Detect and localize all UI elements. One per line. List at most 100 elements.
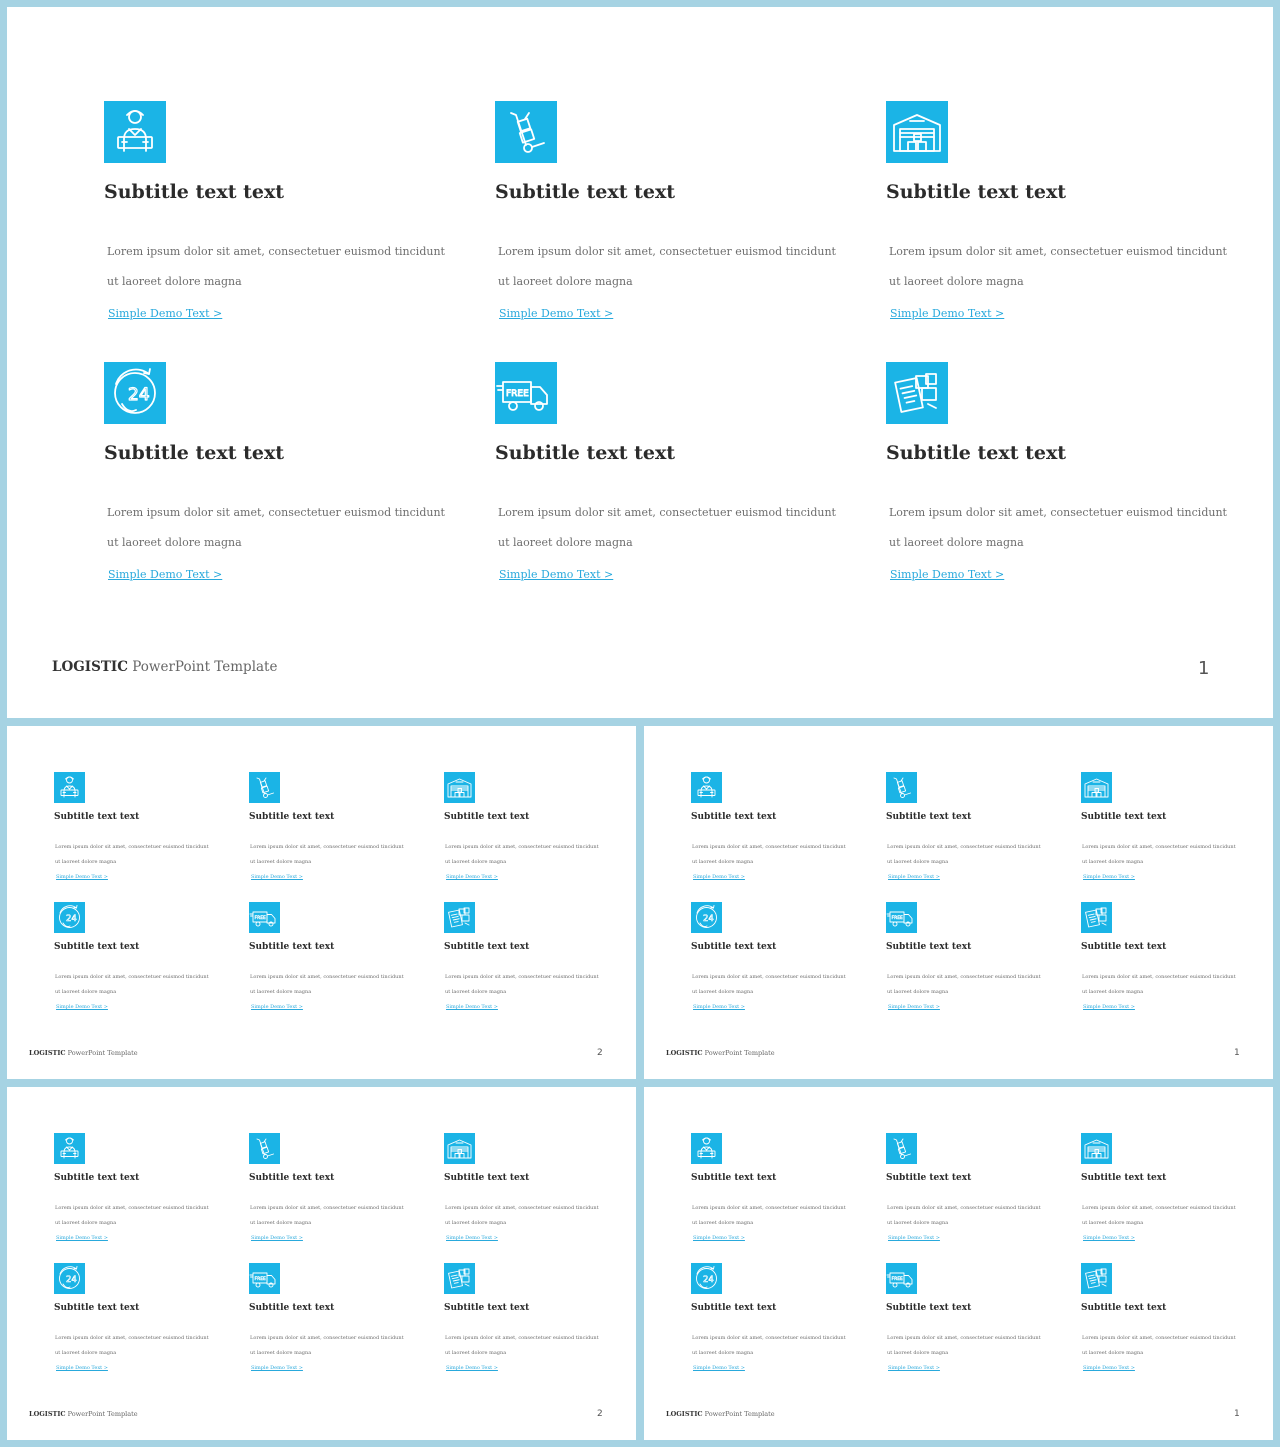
demo-link[interactable]: Simple Demo Text > — [251, 874, 303, 880]
card-body-line: ut laoreet dolore magna — [445, 1220, 507, 1226]
slide-2[interactable]: Subtitle text text Lorem ipsum dolor sit … — [7, 726, 636, 1079]
card-body-line: ut laoreet dolore magna — [887, 989, 949, 995]
card-body-line: Lorem ipsum dolor sit amet, consectetuer… — [445, 844, 599, 850]
slide-4[interactable]: Subtitle text text Lorem ipsum dolor sit … — [7, 1087, 636, 1440]
card-subtitle: Subtitle text text — [1081, 812, 1167, 822]
24-hour-service-icon: 24 — [104, 362, 166, 424]
card-body: Lorem ipsum dolor sit amet, consectetuer… — [692, 840, 846, 870]
free-delivery-truck-icon: FREE — [249, 1263, 280, 1294]
card-body-line: Lorem ipsum dolor sit amet, consectetuer… — [887, 974, 1041, 980]
card-subtitle: Subtitle text text — [886, 942, 972, 952]
card-subtitle: Subtitle text text — [886, 812, 972, 822]
demo-link[interactable]: Simple Demo Text > — [499, 568, 613, 581]
card-subtitle: Subtitle text text — [886, 181, 1067, 203]
hand-truck-icon — [886, 1133, 917, 1164]
card-body-line: ut laoreet dolore magna — [498, 536, 633, 549]
clipboard-boxes-icon — [886, 362, 948, 424]
demo-link[interactable]: Simple Demo Text > — [251, 1004, 303, 1010]
demo-link[interactable]: Simple Demo Text > — [56, 1004, 108, 1010]
card-body-line: ut laoreet dolore magna — [55, 859, 117, 865]
card-body-line: ut laoreet dolore magna — [55, 989, 117, 995]
demo-link[interactable]: Simple Demo Text > — [1083, 1365, 1135, 1371]
footer-brand: LOGISTIC — [52, 659, 128, 675]
demo-link[interactable]: Simple Demo Text > — [888, 1365, 940, 1371]
page-number: 1 — [1234, 1048, 1240, 1058]
card-subtitle: Subtitle text text — [249, 812, 335, 822]
card-body-line: ut laoreet dolore magna — [107, 536, 242, 549]
card-body-line: ut laoreet dolore magna — [1082, 1220, 1144, 1226]
demo-link[interactable]: Simple Demo Text > — [888, 874, 940, 880]
demo-link[interactable]: Simple Demo Text > — [108, 568, 222, 581]
card-body-line: ut laoreet dolore magna — [1082, 1350, 1144, 1356]
demo-link[interactable]: Simple Demo Text > — [446, 1235, 498, 1241]
feature-card: Subtitle text text Lorem ipsum dolor sit … — [444, 772, 609, 892]
card-body: Lorem ipsum dolor sit amet, consectetuer… — [889, 237, 1227, 297]
slide-5[interactable]: Subtitle text text Lorem ipsum dolor sit … — [644, 1087, 1273, 1440]
card-subtitle: Subtitle text text — [104, 181, 285, 203]
card-body: Lorem ipsum dolor sit amet, consectetuer… — [107, 498, 445, 558]
card-body-line: ut laoreet dolore magna — [55, 1220, 117, 1226]
feature-card: FREE Subtitle text text Lorem ipsum dolor … — [249, 902, 414, 1022]
card-body: Lorem ipsum dolor sit amet, consectetuer… — [445, 970, 599, 1000]
warehouse-icon — [444, 772, 475, 803]
demo-link[interactable]: Simple Demo Text > — [693, 1004, 745, 1010]
demo-link[interactable]: Simple Demo Text > — [56, 1365, 108, 1371]
feature-card: FREE Subtitle text text Lorem ipsum dolor … — [886, 1263, 1051, 1383]
card-body-line: ut laoreet dolore magna — [1082, 989, 1144, 995]
footer-title: LOGISTIC PowerPoint Template — [666, 1049, 775, 1057]
feature-card: 24 Subtitle text text Lorem ipsum dolor si… — [104, 362, 445, 602]
demo-link[interactable]: Simple Demo Text > — [1083, 1235, 1135, 1241]
demo-link[interactable]: Simple Demo Text > — [446, 1365, 498, 1371]
card-body-line: ut laoreet dolore magna — [692, 989, 754, 995]
page-number: 2 — [597, 1048, 603, 1058]
demo-link[interactable]: Simple Demo Text > — [446, 1004, 498, 1010]
24-hour-service-icon: 24 — [54, 1263, 85, 1294]
card-body-line: Lorem ipsum dolor sit amet, consectetuer… — [445, 974, 599, 980]
card-body: Lorem ipsum dolor sit amet, consectetuer… — [887, 1331, 1041, 1361]
feature-card: Subtitle text text Lorem ipsum dolor sit … — [691, 772, 856, 892]
demo-link[interactable]: Simple Demo Text > — [56, 874, 108, 880]
delivery-man-icon — [54, 772, 85, 803]
feature-card: Subtitle text text Lorem ipsum dolor sit … — [249, 1133, 414, 1253]
footer-title: LOGISTIC PowerPoint Template — [666, 1410, 775, 1418]
demo-link[interactable]: Simple Demo Text > — [890, 568, 1004, 581]
card-body: Lorem ipsum dolor sit amet, consectetuer… — [1082, 1201, 1236, 1231]
card-subtitle: Subtitle text text — [886, 1173, 972, 1183]
card-body-line: Lorem ipsum dolor sit amet, consectetuer… — [250, 974, 404, 980]
svg-text:FREE: FREE — [892, 1276, 904, 1282]
slide-3[interactable]: Subtitle text text Lorem ipsum dolor sit … — [644, 726, 1273, 1079]
demo-link[interactable]: Simple Demo Text > — [1083, 874, 1135, 880]
demo-link[interactable]: Simple Demo Text > — [693, 1235, 745, 1241]
demo-link[interactable]: Simple Demo Text > — [890, 307, 1004, 320]
card-subtitle: Subtitle text text — [886, 442, 1067, 464]
card-body: Lorem ipsum dolor sit amet, consectetuer… — [498, 498, 836, 558]
card-body-line: Lorem ipsum dolor sit amet, consectetuer… — [250, 844, 404, 850]
demo-link[interactable]: Simple Demo Text > — [888, 1004, 940, 1010]
card-body-line: Lorem ipsum dolor sit amet, consectetuer… — [55, 974, 209, 980]
card-body-line: Lorem ipsum dolor sit amet, consectetuer… — [55, 844, 209, 850]
feature-card: Subtitle text text Lorem ipsum dolor sit … — [691, 1133, 856, 1253]
demo-link[interactable]: Simple Demo Text > — [693, 1365, 745, 1371]
feature-card: Subtitle text text Lorem ipsum dolor sit … — [1081, 1133, 1246, 1253]
demo-link[interactable]: Simple Demo Text > — [888, 1235, 940, 1241]
demo-link[interactable]: Simple Demo Text > — [108, 307, 222, 320]
feature-card: 24 Subtitle text text Lorem ipsum dolor si… — [54, 1263, 219, 1383]
card-body-line: ut laoreet dolore magna — [692, 1220, 754, 1226]
feature-card: Subtitle text text Lorem ipsum dolor sit … — [54, 772, 219, 892]
demo-link[interactable]: Simple Demo Text > — [693, 874, 745, 880]
card-subtitle: Subtitle text text — [495, 181, 676, 203]
demo-link[interactable]: Simple Demo Text > — [56, 1235, 108, 1241]
card-body-line: Lorem ipsum dolor sit amet, consectetuer… — [1082, 1205, 1236, 1211]
24-hour-service-icon: 24 — [691, 1263, 722, 1294]
card-body: Lorem ipsum dolor sit amet, consectetuer… — [55, 1201, 209, 1231]
card-body-line: Lorem ipsum dolor sit amet, consectetuer… — [887, 1335, 1041, 1341]
demo-link[interactable]: Simple Demo Text > — [446, 874, 498, 880]
card-body-line: ut laoreet dolore magna — [445, 989, 507, 995]
card-subtitle: Subtitle text text — [54, 1303, 140, 1313]
demo-link[interactable]: Simple Demo Text > — [251, 1365, 303, 1371]
slide-1[interactable]: Subtitle text text Lorem ipsum dolor sit … — [7, 7, 1273, 718]
card-body-line: ut laoreet dolore magna — [250, 1350, 312, 1356]
demo-link[interactable]: Simple Demo Text > — [251, 1235, 303, 1241]
demo-link[interactable]: Simple Demo Text > — [1083, 1004, 1135, 1010]
demo-link[interactable]: Simple Demo Text > — [499, 307, 613, 320]
